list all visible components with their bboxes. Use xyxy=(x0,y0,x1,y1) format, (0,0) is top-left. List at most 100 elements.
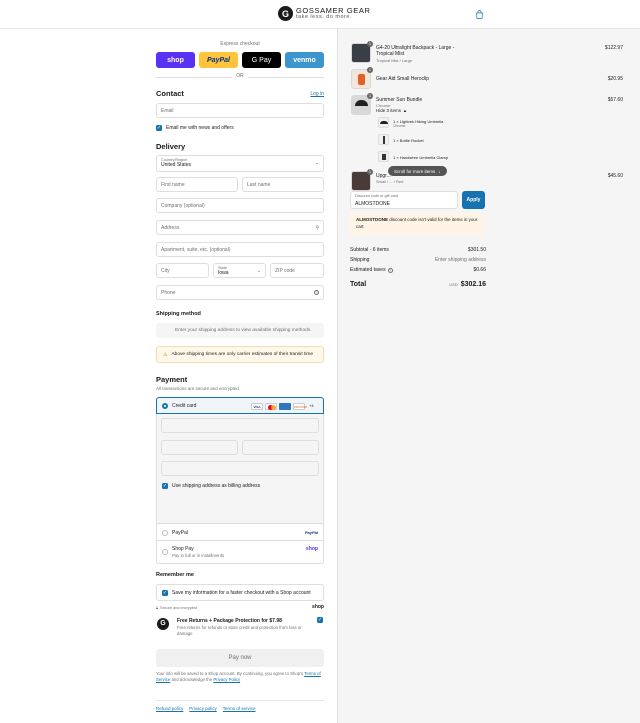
item-variant: Small / ... / Red xyxy=(376,179,404,184)
radio-selected-icon[interactable] xyxy=(162,403,168,409)
card-number-field[interactable] xyxy=(161,418,319,433)
item-price: $45.60 xyxy=(607,173,623,179)
product-thumbnail: 1 xyxy=(351,169,373,191)
checkbox-checked-icon[interactable]: ✓ xyxy=(162,590,168,596)
product-thumbnail: 1 xyxy=(351,67,373,89)
shop-logo-icon: shop xyxy=(312,604,324,610)
terms-of-service-link[interactable]: Terms of service xyxy=(223,706,256,711)
email-field[interactable]: Email xyxy=(156,103,324,118)
footer-links: Refund policy Privacy policy Terms of se… xyxy=(156,706,256,711)
scroll-hint-pill[interactable]: Scroll for more items ↓ xyxy=(388,166,447,176)
product-thumbnail: 1 xyxy=(351,93,373,115)
chevron-down-icon: ⌄ xyxy=(256,268,261,274)
bundle-thumbnail xyxy=(378,117,389,128)
info-icon[interactable]: ? xyxy=(387,267,393,273)
shop-logo-icon: shop xyxy=(306,546,318,552)
phone-field[interactable]: Phone ? xyxy=(156,285,324,300)
total-row: Total USD $302.16 xyxy=(350,281,486,288)
amex-icon xyxy=(279,403,291,410)
bundle-item-variant: Chrome xyxy=(393,124,406,128)
payment-heading: Payment xyxy=(156,375,188,384)
delivery-heading: Delivery xyxy=(156,142,186,151)
privacy-link[interactable]: Privacy Policy xyxy=(213,677,240,682)
shopping-bag-icon[interactable] xyxy=(475,10,484,19)
checkbox-checked-icon[interactable]: ✓ xyxy=(317,617,323,623)
item-name: Gear Aid Small Heroclip xyxy=(376,76,430,82)
country-select[interactable]: Country/Region United States ⌄ xyxy=(156,155,324,172)
bundle-thumbnail xyxy=(378,134,389,145)
apartment-field[interactable]: Apartment, suite, etc. (optional) xyxy=(156,242,324,257)
warning-icon: ⚠ xyxy=(163,351,168,358)
apply-button[interactable]: Apply xyxy=(462,191,485,209)
login-link[interactable]: Log in xyxy=(310,91,324,97)
bundle-toggle[interactable]: Hide 3 items ▲ xyxy=(376,108,407,113)
chevron-down-icon: ⌄ xyxy=(314,160,319,166)
shipping-method-heading: Shipping method xyxy=(156,311,201,317)
item-name: G4-20 Ultralight Backpack - Large - Trop… xyxy=(376,45,455,58)
paypal-button[interactable]: PayPal xyxy=(199,52,238,68)
google-pay-button[interactable]: G Pay xyxy=(242,52,281,68)
discount-input[interactable]: Discount code or gift card ALMOSTDONE xyxy=(350,191,458,209)
more-cards-badge: +4 xyxy=(309,403,314,408)
protection-title: Free Returns + Package Protection for $7… xyxy=(177,618,282,624)
footer-divider xyxy=(156,700,324,701)
paypal-option[interactable]: PayPal PayPal xyxy=(156,523,324,541)
shipping-row: Shipping Enter shipping address xyxy=(350,257,486,263)
zip-field[interactable]: ZIP code xyxy=(270,263,324,278)
item-variant: Tropical Mist / Large xyxy=(376,58,413,63)
privacy-policy-link[interactable]: Privacy policy xyxy=(189,706,217,711)
pay-now-button[interactable]: Pay now xyxy=(156,649,324,667)
bundle-item-name: 1 × Bottle Rocket xyxy=(393,138,424,143)
brand-logo[interactable]: G GOSSAMER GEAR take less. do more. xyxy=(278,6,370,21)
logo-mark-icon: G xyxy=(278,6,293,21)
paypal-logo-icon: PayPal xyxy=(304,530,318,535)
name-on-card-field[interactable] xyxy=(161,461,319,476)
order-summary: 1 G4-20 Ultralight Backpack - Large - Tr… xyxy=(337,29,640,723)
taxes-row: Estimated taxes? $0.66 xyxy=(350,267,486,273)
remember-me-heading: Remember me xyxy=(156,572,194,578)
radio-empty-icon[interactable] xyxy=(162,549,168,555)
shop-pay-option[interactable]: Shop Pay Pay in full or in installments … xyxy=(156,540,324,564)
quantity-badge: 1 xyxy=(367,41,373,47)
first-name-field[interactable]: First name xyxy=(156,177,238,192)
mastercard-icon xyxy=(265,403,277,410)
quantity-badge: 1 xyxy=(367,67,373,73)
billing-same-row[interactable]: ✓ Use shipping address as billing addres… xyxy=(162,483,260,489)
shop-pay-button[interactable]: shop xyxy=(156,52,195,68)
help-icon[interactable]: ? xyxy=(314,290,319,295)
checkout-header: G GOSSAMER GEAR take less. do more. xyxy=(0,0,640,29)
save-info-box[interactable]: ✓ Save my information for a faster check… xyxy=(156,584,324,601)
security-code-field[interactable] xyxy=(242,440,319,455)
arrow-down-icon: ↓ xyxy=(438,168,441,174)
shipping-placeholder: Enter your shipping address to view avai… xyxy=(156,323,324,338)
search-icon: ⚲ xyxy=(315,225,319,231)
contact-heading: Contact xyxy=(156,89,184,98)
protection-checkbox[interactable]: ✓ xyxy=(317,617,323,623)
credit-card-option[interactable]: Credit card VISA DISCOVER +4 xyxy=(156,397,324,414)
radio-empty-icon[interactable] xyxy=(162,530,168,536)
brand-name: GOSSAMER GEAR xyxy=(296,5,371,15)
item-price: $20.95 xyxy=(607,76,623,82)
payment-subtitle: All transactions are secure and encrypte… xyxy=(156,386,241,391)
expiry-field[interactable] xyxy=(161,440,238,455)
address-field[interactable]: Address ⚲ xyxy=(156,220,324,235)
list-item: 1 G4-20 Ultralight Backpack - Large - Tr… xyxy=(351,41,627,63)
bundle-thumbnail xyxy=(378,151,389,162)
express-checkout-title: Express checkout xyxy=(220,41,260,47)
city-field[interactable]: City xyxy=(156,263,209,278)
state-select[interactable]: State Iowa ⌄ xyxy=(213,263,266,278)
visa-icon: VISA xyxy=(251,403,263,410)
secure-note: 🔒︎ Secure and encrypted xyxy=(156,606,198,610)
venmo-button[interactable]: venmo xyxy=(285,52,324,68)
checkbox-checked-icon[interactable]: ✓ xyxy=(156,125,162,131)
company-field[interactable]: Company (optional) xyxy=(156,198,324,213)
list-item: 1 Summer Sun Bundle Chrome Hide 3 items … xyxy=(351,93,627,165)
checkbox-checked-icon[interactable]: ✓ xyxy=(162,483,168,489)
protection-logo-icon: G xyxy=(157,618,169,630)
news-checkbox-row[interactable]: ✓ Email me with news and offers xyxy=(156,125,234,131)
quantity-badge: 1 xyxy=(367,93,373,99)
chevron-up-icon: ▲ xyxy=(403,108,407,113)
refund-policy-link[interactable]: Refund policy xyxy=(156,706,183,711)
shipping-warning: ⚠ Above shipping times are only carrier … xyxy=(156,346,324,363)
last-name-field[interactable]: Last name xyxy=(242,177,324,192)
